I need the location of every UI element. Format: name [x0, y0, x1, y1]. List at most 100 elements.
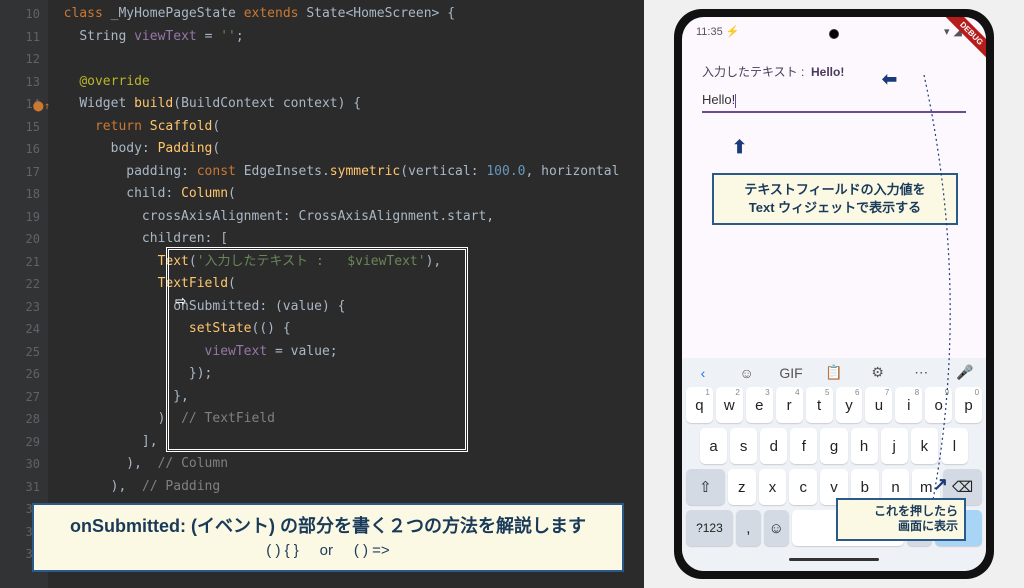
display-text: 入力したテキスト : Hello! [702, 63, 966, 80]
code-line[interactable]: }); [48, 363, 644, 386]
key-q[interactable]: 1q [686, 387, 713, 423]
explain-sub: ( ) { } or ( ) => [46, 540, 610, 563]
code-line[interactable]: onSubmitted: (value) { [48, 296, 644, 319]
arrow-left-icon: ⬅ [882, 69, 897, 90]
key-z[interactable]: z [728, 469, 756, 505]
code-line[interactable]: children: [ [48, 228, 644, 251]
key-comma[interactable]: , [736, 510, 761, 546]
key-shift[interactable]: ⇧ [686, 469, 725, 505]
line-number: 17 [0, 161, 48, 184]
code-line[interactable]: ) // TextField [48, 408, 644, 431]
arrow-right-icon: ⇨ [175, 290, 186, 311]
key-sym[interactable]: ?123 [686, 510, 733, 546]
line-number: 14⬤↑ [0, 93, 48, 116]
note-textfield: テキストフィールドの入力値を Text ウィジェットで表示する [712, 173, 958, 225]
line-number: 25 [0, 341, 48, 364]
kb-suggest-icon[interactable]: 🎤 [954, 364, 976, 381]
code-line[interactable]: padding: const EdgeInsets.symmetric(vert… [48, 161, 644, 184]
key-c[interactable]: c [789, 469, 817, 505]
key-emoji[interactable]: ☺ [764, 510, 789, 546]
line-number: 29 [0, 431, 48, 454]
code-line[interactable]: Text('入力したテキスト : $viewText'), [48, 251, 644, 274]
code-body[interactable]: class _MyHomePageState extends State<Hom… [48, 0, 644, 566]
key-u[interactable]: 7u [865, 387, 892, 423]
explanation-box: onSubmitted: (イベント) の部分を書く２つの方法を解説します ( … [32, 503, 624, 573]
phone-preview-pane: DEBUG 11:35 ⚡ ▾ ◢ ▮ 入力したテキスト : Hello! He… [644, 0, 1024, 588]
text-field[interactable]: Hello! [702, 92, 966, 113]
code-line[interactable]: ], [48, 431, 644, 454]
kb-suggest-icon[interactable]: ⚙ [867, 364, 889, 381]
wifi-icon: ▾ [944, 25, 950, 38]
key-a[interactable]: a [700, 428, 727, 464]
key-p[interactable]: 0p [955, 387, 982, 423]
key-e[interactable]: 3e [746, 387, 773, 423]
key-h[interactable]: h [851, 428, 878, 464]
line-number: 24 [0, 318, 48, 341]
code-line[interactable]: Widget build(BuildContext context) { [48, 93, 644, 116]
kb-suggestion-bar: ‹ ☺ GIF 📋 ⚙ ⋯ 🎤 [686, 364, 982, 387]
key-f[interactable]: f [790, 428, 817, 464]
key-x[interactable]: x [759, 469, 787, 505]
app-content: 入力したテキスト : Hello! Hello! [682, 45, 986, 139]
note-enter: これを押したら 画面に表示 [836, 498, 966, 541]
key-j[interactable]: j [881, 428, 908, 464]
kb-row-1: 1q2w3e4r5t6y7u8i9o0p [686, 387, 982, 423]
kb-suggest-icon[interactable]: 📋 [823, 364, 845, 381]
code-line[interactable]: }, [48, 386, 644, 409]
code-line[interactable]: setState(() { [48, 318, 644, 341]
code-line[interactable]: crossAxisAlignment: CrossAxisAlignment.s… [48, 206, 644, 229]
key-y[interactable]: 6y [836, 387, 863, 423]
key-s[interactable]: s [730, 428, 757, 464]
line-number: 26 [0, 363, 48, 386]
code-line[interactable] [48, 48, 644, 71]
status-time: 11:35 ⚡ [696, 25, 739, 38]
key-k[interactable]: k [911, 428, 938, 464]
line-number: 20 [0, 228, 48, 251]
explain-title: onSubmitted: (イベント) の部分を書く２つの方法を解説します [46, 513, 610, 540]
key-l[interactable]: l [941, 428, 968, 464]
code-line[interactable]: ), // Column [48, 453, 644, 476]
key-t[interactable]: 5t [806, 387, 833, 423]
key-o[interactable]: 9o [925, 387, 952, 423]
arrow-diag-icon: ↗ [933, 474, 948, 495]
key-g[interactable]: g [820, 428, 847, 464]
code-line[interactable]: child: Column( [48, 183, 644, 206]
kb-suggest-icon[interactable]: GIF [779, 365, 801, 381]
code-line[interactable]: viewText = value; [48, 341, 644, 364]
kb-suggest-icon[interactable]: ☺ [736, 365, 758, 381]
code-line[interactable]: ), // Padding [48, 476, 644, 499]
code-line[interactable]: return Scaffold( [48, 116, 644, 139]
line-number: 22 [0, 273, 48, 296]
line-number: 10 [0, 3, 48, 26]
code-line[interactable]: body: Padding( [48, 138, 644, 161]
kb-suggest-icon[interactable]: ⋯ [910, 364, 932, 381]
gutter: 1011121314⬤↑1516171819202122232425262728… [0, 0, 48, 588]
line-number: 16 [0, 138, 48, 161]
line-number: 27 [0, 386, 48, 409]
line-number: 15 [0, 116, 48, 139]
phone-screen: DEBUG 11:35 ⚡ ▾ ◢ ▮ 入力したテキスト : Hello! He… [682, 17, 986, 571]
arrow-up-icon: ⬆ [732, 137, 747, 158]
key-i[interactable]: 8i [895, 387, 922, 423]
phone-frame: DEBUG 11:35 ⚡ ▾ ◢ ▮ 入力したテキスト : Hello! He… [674, 9, 994, 579]
line-number: 28 [0, 408, 48, 431]
key-d[interactable]: d [760, 428, 787, 464]
kb-suggest-icon[interactable]: ‹ [692, 365, 714, 381]
line-number: 23 [0, 296, 48, 319]
line-number: 31 [0, 476, 48, 499]
code-line[interactable]: class _MyHomePageState extends State<Hom… [48, 3, 644, 26]
key-w[interactable]: 2w [716, 387, 743, 423]
code-line[interactable]: @override [48, 71, 644, 94]
camera-icon [829, 29, 839, 39]
code-line[interactable]: String viewText = ''; [48, 26, 644, 49]
nav-bar [686, 551, 982, 567]
kb-row-2: asdfghjkl [686, 428, 982, 464]
line-number: 18 [0, 183, 48, 206]
line-number: 13 [0, 71, 48, 94]
code-line[interactable]: TextField( [48, 273, 644, 296]
line-number: 12 [0, 48, 48, 71]
key-r[interactable]: 4r [776, 387, 803, 423]
code-editor-pane: 1011121314⬤↑1516171819202122232425262728… [0, 0, 644, 588]
line-number: 19 [0, 206, 48, 229]
line-number: 21 [0, 251, 48, 274]
